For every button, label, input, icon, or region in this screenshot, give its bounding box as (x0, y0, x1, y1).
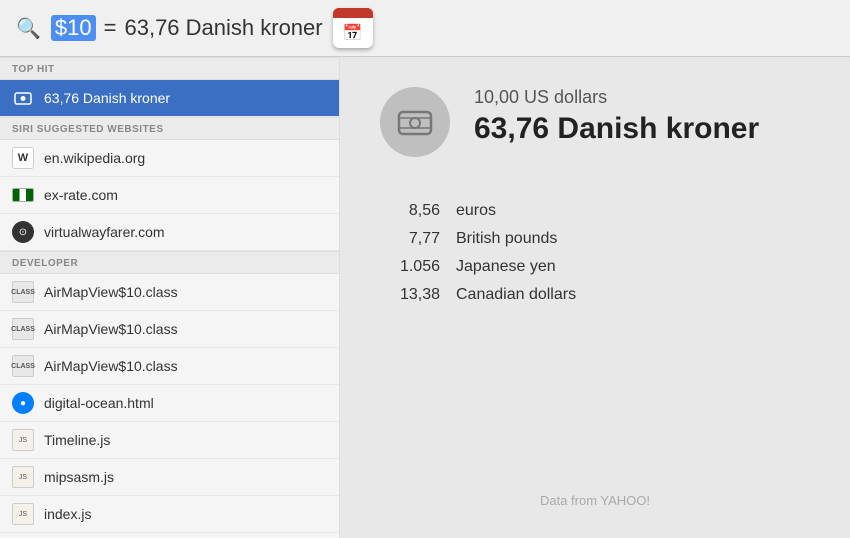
main-content: TOP HIT 63,76 Danish kroner SIRI SUGGEST… (0, 57, 850, 538)
euros-currency: euros (456, 202, 496, 220)
conversion-row-gbp: 7,77 British pounds (380, 225, 810, 253)
result-item-digitalocean[interactable]: ● digital-ocean.html (0, 385, 339, 422)
class1-label: AirMapView$10.class (44, 284, 178, 300)
jpy-amount: 1.056 (380, 258, 440, 276)
calendar-header (333, 8, 373, 18)
mipsasm-label: mipsasm.js (44, 469, 114, 485)
detail-from: 10,00 US dollars (474, 87, 759, 108)
conversion-row-euros: 8,56 euros (380, 197, 810, 225)
class-icon-3: CLASS (12, 355, 34, 377)
result-item-class1[interactable]: CLASS AirMapView$10.class (0, 274, 339, 311)
detail-to: 63,76 Danish kroner (474, 112, 759, 146)
result-item-class2[interactable]: CLASS AirMapView$10.class (0, 311, 339, 348)
section-label-developer: DEVELOPER (0, 251, 339, 274)
timeline-label: Timeline.js (44, 432, 110, 448)
cad-amount: 13,38 (380, 286, 440, 304)
calendar-app-icon[interactable]: 📅 (333, 8, 373, 48)
mipsasm-file-icon: JS (12, 466, 34, 488)
exrate-label: ex-rate.com (44, 187, 118, 203)
wikipedia-icon: W (12, 147, 34, 169)
euros-amount: 8,56 (380, 202, 440, 220)
currency-icon (12, 87, 34, 109)
result-item-class3[interactable]: CLASS AirMapView$10.class (0, 348, 339, 385)
search-bar: 🔍 $10 = 63,76 Danish kroner 📅 (0, 0, 850, 57)
detail-main: 10,00 US dollars 63,76 Danish kroner (474, 87, 759, 146)
result-item-index[interactable]: JS index.js (0, 496, 339, 533)
jpy-currency: Japanese yen (456, 258, 556, 276)
result-item-exrate[interactable]: ex-rate.com (0, 177, 339, 214)
class2-label: AirMapView$10.class (44, 321, 178, 337)
top-hit-label: 63,76 Danish kroner (44, 90, 170, 106)
wikipedia-label: en.wikipedia.org (44, 150, 145, 166)
index-file-icon: JS (12, 503, 34, 525)
timeline-file-icon: JS (12, 429, 34, 451)
search-icon: 🔍 (16, 16, 41, 41)
calendar-body: 📅 (333, 18, 373, 48)
search-query-highlight: $10 (51, 15, 96, 41)
left-panel: TOP HIT 63,76 Danish kroner SIRI SUGGEST… (0, 57, 340, 538)
section-label-siri: SIRI SUGGESTED WEBSITES (0, 117, 339, 140)
result-item-wikipedia[interactable]: W en.wikipedia.org (0, 140, 339, 177)
currency-icon-circle (380, 87, 450, 157)
class-icon-2: CLASS (12, 318, 34, 340)
conversion-row-jpy: 1.056 Japanese yen (380, 253, 810, 281)
result-item-mipsasm[interactable]: JS mipsasm.js (0, 459, 339, 496)
right-panel: 10,00 US dollars 63,76 Danish kroner 8,5… (340, 57, 850, 538)
digitalocean-icon: ● (12, 392, 34, 414)
result-item-top-hit[interactable]: 63,76 Danish kroner (0, 80, 339, 117)
class-icon-1: CLASS (12, 281, 34, 303)
conversion-list: 8,56 euros 7,77 British pounds 1.056 Jap… (380, 197, 810, 309)
class3-label: AirMapView$10.class (44, 358, 178, 374)
result-item-library[interactable]: JS library.js (0, 533, 339, 538)
virtualwayfarer-label: virtualwayfarer.com (44, 224, 165, 240)
gbp-currency: British pounds (456, 230, 557, 248)
gbp-amount: 7,77 (380, 230, 440, 248)
cad-currency: Canadian dollars (456, 286, 576, 304)
data-source: Data from YAHOO! (380, 473, 810, 508)
result-item-virtualwayfarer[interactable]: ⊙ virtualwayfarer.com (0, 214, 339, 251)
index-label: index.js (44, 506, 91, 522)
search-result-text: 63,76 Danish kroner (124, 15, 322, 41)
search-query: $10 = 63,76 Danish kroner (51, 15, 323, 41)
money-icon (397, 104, 433, 140)
compass-icon: ⊙ (12, 221, 34, 243)
conversion-row-cad: 13,38 Canadian dollars (380, 281, 810, 309)
exrate-icon (12, 184, 34, 206)
section-label-top-hit: TOP HIT (0, 57, 339, 80)
search-equals: = (104, 15, 117, 41)
result-item-timeline[interactable]: JS Timeline.js (0, 422, 339, 459)
digitalocean-label: digital-ocean.html (44, 395, 154, 411)
detail-header: 10,00 US dollars 63,76 Danish kroner (380, 87, 810, 157)
